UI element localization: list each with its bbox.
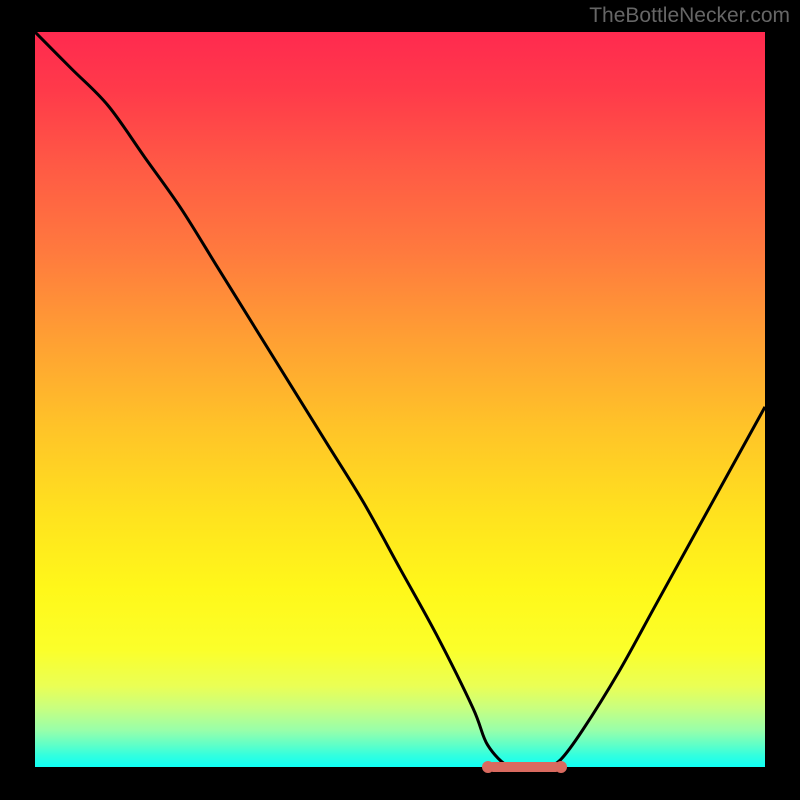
attribution-text: TheBottleNecker.com — [589, 4, 790, 28]
optimum-dot-end — [555, 761, 567, 773]
bottleneck-chart — [35, 32, 765, 767]
optimum-dot-start — [482, 761, 494, 773]
optimum-range-marker — [488, 762, 561, 772]
bottleneck-curve-svg — [35, 32, 765, 767]
bottleneck-curve-path — [35, 32, 765, 767]
